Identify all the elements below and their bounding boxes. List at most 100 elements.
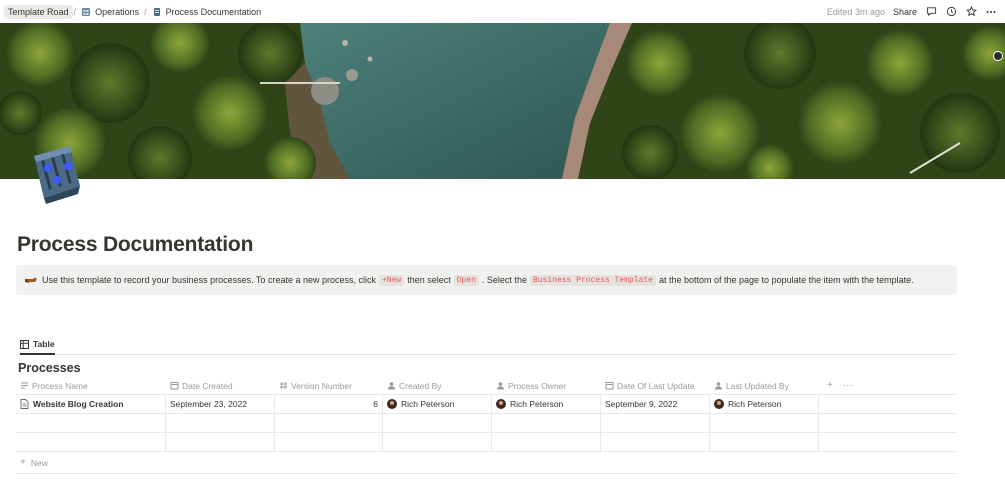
text-icon bbox=[20, 381, 29, 390]
tab-table[interactable]: Table bbox=[20, 336, 55, 355]
clock-icon[interactable] bbox=[945, 6, 957, 18]
cell-empty[interactable] bbox=[275, 433, 383, 451]
column-date-of-last-update[interactable]: Date Of Last Update bbox=[601, 377, 710, 394]
document-icon bbox=[20, 399, 29, 409]
page-title[interactable]: Process Documentation bbox=[17, 233, 253, 257]
cell-empty[interactable] bbox=[383, 433, 492, 451]
cell-last-updated-by[interactable]: Rich Peterson bbox=[710, 395, 819, 413]
cell-empty[interactable] bbox=[492, 414, 601, 432]
column-label: Date Of Last Update bbox=[617, 380, 695, 391]
column-created-by[interactable]: Created By bbox=[383, 377, 492, 394]
code-new: +New bbox=[378, 274, 405, 286]
plus-icon: + bbox=[20, 457, 26, 468]
cell-process-name[interactable]: Website Blog Creation bbox=[16, 395, 166, 413]
table-header: Process Name Date Created Version Number… bbox=[16, 377, 956, 395]
cell-empty[interactable] bbox=[166, 433, 275, 451]
column-label: Created By bbox=[399, 380, 442, 391]
cell-text: Rich Peterson bbox=[401, 399, 455, 409]
cell-text: Rich Peterson bbox=[728, 399, 782, 409]
cell-text: Rich Peterson bbox=[510, 399, 564, 409]
calendar-icon bbox=[605, 381, 614, 390]
table-row-empty[interactable] bbox=[16, 414, 956, 433]
cell-empty[interactable] bbox=[601, 433, 710, 451]
cell-empty bbox=[819, 433, 956, 451]
page-icon bbox=[152, 7, 162, 17]
cell-empty[interactable] bbox=[16, 414, 166, 432]
cell-empty[interactable] bbox=[383, 414, 492, 432]
cell-created-by[interactable]: Rich Peterson bbox=[383, 395, 492, 413]
breadcrumb-label: Operations bbox=[95, 6, 140, 17]
cell-process-owner[interactable]: Rich Peterson bbox=[492, 395, 601, 413]
processes-table: Process Name Date Created Version Number… bbox=[16, 377, 956, 474]
new-row-button[interactable]: + New bbox=[16, 452, 956, 474]
cell-text: Website Blog Creation bbox=[33, 399, 124, 409]
person-icon bbox=[496, 381, 505, 390]
table-row[interactable]: Website Blog Creation September 23, 2022… bbox=[16, 395, 956, 414]
callout-text: at the bottom of the page to populate th… bbox=[658, 275, 914, 285]
column-actions: + ··· bbox=[819, 377, 956, 394]
person-icon bbox=[714, 381, 723, 390]
breadcrumb-operations[interactable]: Operations bbox=[77, 5, 143, 19]
cell-empty[interactable] bbox=[601, 414, 710, 432]
hash-icon bbox=[279, 381, 288, 390]
column-label: Version Number bbox=[291, 380, 352, 391]
cell-empty[interactable] bbox=[16, 433, 166, 451]
instructions-callout: Use this template to record your busines… bbox=[16, 265, 957, 295]
top-actions: Edited 3m ago Share bbox=[827, 6, 1001, 18]
star-icon[interactable] bbox=[965, 6, 977, 18]
table-icon bbox=[20, 339, 29, 349]
code-open: Open bbox=[453, 274, 479, 286]
cell-empty[interactable] bbox=[710, 433, 819, 451]
column-label: Process Owner bbox=[508, 380, 567, 391]
table-row-empty[interactable] bbox=[16, 433, 956, 452]
cover-image bbox=[0, 23, 1005, 179]
cell-empty[interactable] bbox=[275, 414, 383, 432]
avatar bbox=[714, 399, 724, 409]
database-title[interactable]: Processes bbox=[18, 361, 81, 375]
cell-empty[interactable] bbox=[710, 414, 819, 432]
column-label: Process Name bbox=[32, 380, 88, 391]
breadcrumb-process-documentation[interactable]: Process Documentation bbox=[148, 5, 266, 19]
column-process-owner[interactable]: Process Owner bbox=[492, 377, 601, 394]
cover-reposition-icon[interactable] bbox=[993, 51, 1003, 61]
comment-icon[interactable] bbox=[925, 6, 937, 18]
view-tabs: Table bbox=[16, 336, 956, 355]
more-icon[interactable] bbox=[985, 6, 997, 18]
column-version-number[interactable]: Version Number bbox=[275, 377, 383, 394]
callout-text: then select bbox=[407, 275, 451, 285]
cell-date-of-last-update[interactable]: September 9, 2022 bbox=[601, 395, 710, 413]
breadcrumb-template-road[interactable]: Template Road bbox=[4, 4, 73, 19]
share-button[interactable]: Share bbox=[893, 7, 917, 17]
callout-text: . Select the bbox=[481, 275, 527, 285]
column-label: Last Updated By bbox=[726, 380, 789, 391]
breadcrumb-label: Process Documentation bbox=[165, 6, 262, 17]
column-date-created[interactable]: Date Created bbox=[166, 377, 275, 394]
cell-empty[interactable] bbox=[492, 433, 601, 451]
pointing-hand-icon bbox=[24, 274, 38, 286]
cell-empty bbox=[819, 395, 956, 413]
breadcrumb-label: Template Road bbox=[8, 6, 69, 17]
edited-status: Edited 3m ago bbox=[826, 6, 885, 17]
column-label: Date Created bbox=[182, 380, 233, 391]
new-row-label: New bbox=[30, 457, 48, 468]
column-process-name[interactable]: Process Name bbox=[16, 377, 166, 394]
avatar bbox=[496, 399, 506, 409]
add-column-button[interactable]: + bbox=[827, 380, 833, 391]
more-columns-button[interactable]: ··· bbox=[843, 380, 853, 391]
building-icon bbox=[81, 7, 91, 17]
cell-date-created[interactable]: September 23, 2022 bbox=[166, 395, 275, 413]
calendar-icon bbox=[170, 381, 179, 390]
cell-version-number[interactable]: 6 bbox=[275, 395, 383, 413]
breadcrumb-separator: / bbox=[73, 6, 77, 17]
column-last-updated-by[interactable]: Last Updated By bbox=[710, 377, 819, 394]
person-icon bbox=[387, 381, 396, 390]
tab-label: Table bbox=[33, 339, 55, 349]
sliders-icon[interactable] bbox=[28, 138, 86, 210]
cell-empty[interactable] bbox=[166, 414, 275, 432]
breadcrumb-separator: / bbox=[144, 6, 147, 17]
code-business-process-template: Business Process Template bbox=[529, 274, 656, 286]
avatar bbox=[387, 399, 397, 409]
callout-text: Use this template to record your busines… bbox=[42, 275, 376, 285]
cell-empty bbox=[819, 414, 956, 432]
top-bar: Template Road / Operations / Process Doc… bbox=[0, 0, 1005, 23]
